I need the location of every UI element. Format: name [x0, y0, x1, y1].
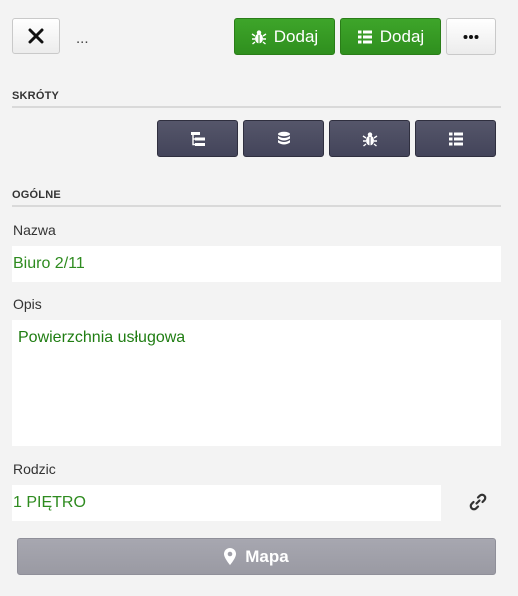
general-section-title: OGÓLNE [12, 189, 501, 207]
parent-link-button[interactable] [466, 490, 490, 514]
map-marker-icon [224, 548, 237, 565]
description-field[interactable]: Powierzchnia usługowa [12, 320, 501, 446]
shortcut-checklist-button[interactable] [415, 120, 496, 157]
add-list-label: Dodaj [379, 26, 425, 46]
tree-structure-icon [190, 131, 206, 147]
more-horizontal-icon [463, 34, 479, 40]
checklist-icon [448, 131, 464, 147]
map-button-label: Mapa [245, 546, 289, 566]
bug-icon [251, 29, 267, 45]
shortcut-tree-button[interactable] [157, 120, 238, 157]
top-toolbar: ... Dodaj Dodaj [0, 0, 518, 70]
description-label: Opis [13, 296, 42, 312]
link-icon [469, 493, 487, 511]
parent-field[interactable]: 1 PIĘTRO [12, 485, 441, 521]
more-button[interactable] [446, 18, 496, 55]
database-icon [276, 131, 292, 147]
shortcut-bug-button[interactable] [329, 120, 410, 157]
name-field[interactable]: Biuro 2/11 [12, 246, 501, 282]
close-button[interactable] [12, 18, 60, 54]
list-icon [357, 29, 373, 45]
name-label: Nazwa [13, 222, 56, 238]
breadcrumb: ... [76, 30, 89, 47]
map-button[interactable]: Mapa [17, 538, 496, 575]
add-bug-label: Dodaj [273, 26, 319, 46]
shortcuts-section-title: SKRÓTY [12, 90, 501, 108]
parent-label: Rodzic [13, 461, 56, 477]
add-list-button[interactable]: Dodaj [340, 18, 441, 55]
shortcut-database-button[interactable] [243, 120, 324, 157]
close-icon [28, 28, 44, 44]
add-bug-button[interactable]: Dodaj [234, 18, 335, 55]
bug-icon [362, 131, 378, 147]
